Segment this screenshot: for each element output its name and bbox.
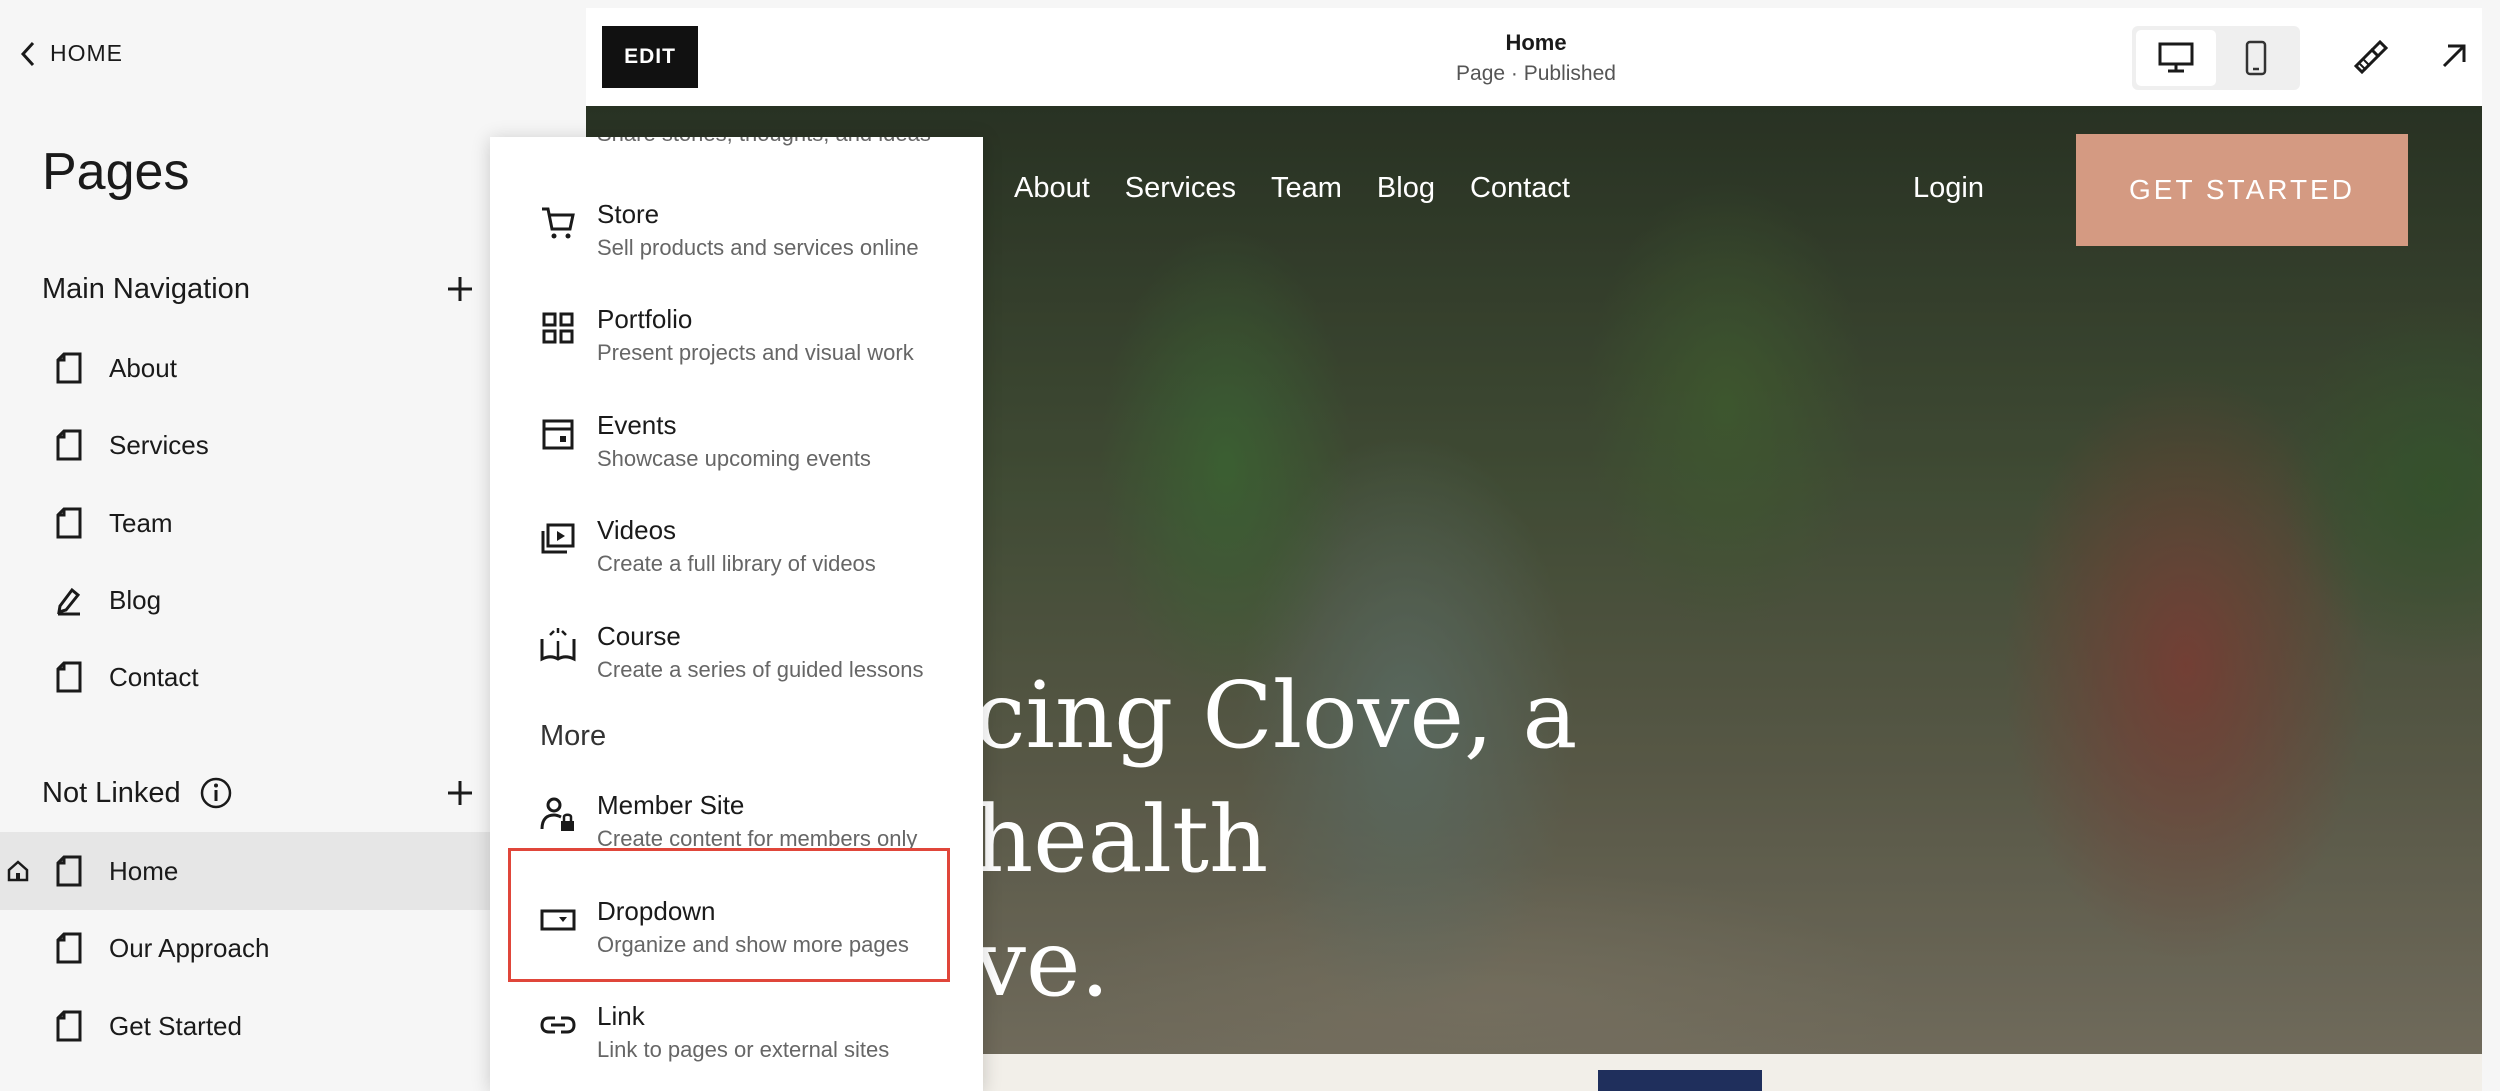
site-nav-contact[interactable]: Contact: [1470, 172, 1570, 205]
page-icon: [56, 932, 82, 964]
add-page-not-linked-plus-icon[interactable]: [446, 779, 474, 807]
menu-item-desc: Organize and show more pages: [597, 932, 909, 957]
site-styles-button[interactable]: [2348, 34, 2392, 78]
hero-headline: cing Clove, a health ve.: [974, 654, 2074, 1026]
menu-item-title: Member Site: [597, 790, 745, 820]
page-status: Home Page · Published: [1286, 30, 1786, 86]
add-page-menu: Share stories, thoughts, and ideas Store…: [490, 137, 983, 1091]
desktop-view-button[interactable]: [2136, 30, 2216, 86]
site-nav-blog[interactable]: Blog: [1377, 172, 1435, 205]
editor-topbar: EDIT Home Page · Published: [586, 8, 2482, 106]
sidebar-item-label: About: [109, 352, 177, 383]
page-icon: [56, 429, 82, 461]
sidebar-item-label: Home: [109, 855, 179, 886]
menu-item-dropdown[interactable]: Dropdown Organize and show more pages: [490, 872, 983, 976]
link-icon: [540, 1016, 576, 1034]
menu-item-title: Course: [597, 621, 681, 651]
menu-item-desc: Present projects and visual work: [597, 340, 914, 365]
cart-icon: [542, 207, 575, 239]
sidebar-item-label: Our Approach: [109, 932, 270, 963]
add-page-main-nav-plus-icon[interactable]: [446, 275, 474, 303]
device-toggle: [2132, 26, 2300, 90]
menu-item-desc: Share stories, thoughts, and ideas: [597, 137, 931, 147]
mobile-view-button[interactable]: [2216, 30, 2296, 86]
video-icon: [541, 523, 575, 554]
homepage-house-icon: [7, 860, 29, 882]
main-navigation-header: Main Navigation: [42, 273, 250, 306]
sidebar-item-label: Team: [109, 507, 173, 538]
menu-item-member-site[interactable]: Member Site Create content for members o…: [490, 766, 983, 870]
info-icon[interactable]: [199, 776, 233, 810]
menu-item-desc: Link to pages or external sites: [597, 1037, 890, 1062]
sidebar-item-contact[interactable]: Contact: [0, 638, 490, 716]
menu-item-title: Dropdown: [597, 896, 716, 926]
menu-item-events[interactable]: Events Showcase upcoming events: [490, 386, 983, 490]
sidebar-item-label: Services: [109, 429, 209, 460]
page-icon: [56, 352, 82, 384]
menu-item-link[interactable]: Link Link to pages or external sites: [490, 977, 983, 1081]
menu-item-title: Link: [597, 1001, 645, 1031]
sidebar-item-get-started[interactable]: Get Started: [0, 987, 490, 1065]
grid-icon: [542, 312, 574, 344]
menu-item-desc: Sell products and services online: [597, 235, 919, 260]
not-linked-label: Not Linked: [42, 776, 181, 809]
edit-button[interactable]: EDIT: [602, 26, 698, 88]
get-started-button[interactable]: GET STARTED: [2076, 134, 2408, 246]
site-nav-about[interactable]: About: [1014, 172, 1090, 205]
main-navigation-label: Main Navigation: [42, 273, 250, 305]
menu-item-title: Events: [597, 410, 677, 440]
chevron-left-icon: [20, 41, 35, 66]
site-nav-team[interactable]: Team: [1271, 172, 1342, 205]
current-page-name: Home: [1505, 30, 1567, 55]
hero-headline-line: cing Clove, a: [974, 662, 1578, 769]
desktop-icon: [2158, 42, 2194, 73]
dropdown-icon: [540, 909, 576, 931]
sidebar-item-label: Contact: [109, 661, 199, 692]
menu-item-desc: Create a full library of videos: [597, 551, 876, 576]
book-icon: [540, 628, 576, 662]
menu-item-title: Videos: [597, 515, 677, 545]
mobile-icon: [2245, 40, 2267, 76]
sidebar-item-about[interactable]: About: [0, 329, 490, 407]
menu-item-desc: Create content for members only: [597, 826, 918, 851]
publish-status: Page · Published: [1456, 62, 1616, 85]
sidebar-item-services[interactable]: Services: [0, 406, 490, 484]
menu-item-videos[interactable]: Videos Create a full library of videos: [490, 491, 983, 595]
menu-item-desc: Showcase upcoming events: [597, 446, 871, 471]
menu-item-desc: Create a series of guided lessons: [597, 657, 924, 682]
preview-block: [1598, 1070, 1762, 1091]
menu-item-course[interactable]: Course Create a series of guided lessons: [490, 597, 983, 701]
member-lock-icon: [540, 797, 574, 831]
hero-headline-line: ve.: [974, 910, 1110, 1017]
arrow-up-right-icon: [2442, 44, 2466, 68]
menu-item-title: Portfolio: [597, 304, 693, 334]
right-gutter: [2482, 0, 2500, 1091]
sidebar-item-our-approach[interactable]: Our Approach: [0, 909, 490, 987]
page-icon: [56, 855, 82, 887]
open-site-button[interactable]: [2432, 34, 2476, 78]
site-login-link[interactable]: Login: [1913, 172, 1984, 205]
page-icon: [56, 507, 82, 539]
page-title: Pages: [42, 143, 190, 201]
sidebar-item-blog[interactable]: Blog: [0, 561, 490, 639]
home-link-label: HOME: [50, 40, 123, 66]
site-nav-services[interactable]: Services: [1125, 172, 1236, 205]
page-icon: [56, 661, 82, 693]
menu-item-title: Store: [597, 199, 660, 229]
paintbrush-icon: [2353, 39, 2389, 75]
menu-section-more: More: [540, 720, 607, 752]
sidebar-item-label: Blog: [109, 584, 162, 615]
home-back-link[interactable]: HOME: [20, 40, 123, 67]
calendar-icon: [542, 419, 574, 450]
blog-icon: [57, 587, 81, 616]
not-linked-header: Not Linked: [42, 776, 233, 810]
page-icon: [56, 1010, 82, 1042]
sidebar-item-team[interactable]: Team: [0, 484, 490, 562]
site-navigation: About Services Team Blog Contact: [1014, 172, 1570, 205]
hero-headline-line: health: [974, 786, 1269, 893]
menu-item-store[interactable]: Store Sell products and services online: [490, 175, 983, 279]
menu-item-portfolio[interactable]: Portfolio Present projects and visual wo…: [490, 280, 983, 384]
sidebar-item-label: Get Started: [109, 1010, 242, 1041]
sidebar-item-home[interactable]: Home: [0, 832, 490, 910]
